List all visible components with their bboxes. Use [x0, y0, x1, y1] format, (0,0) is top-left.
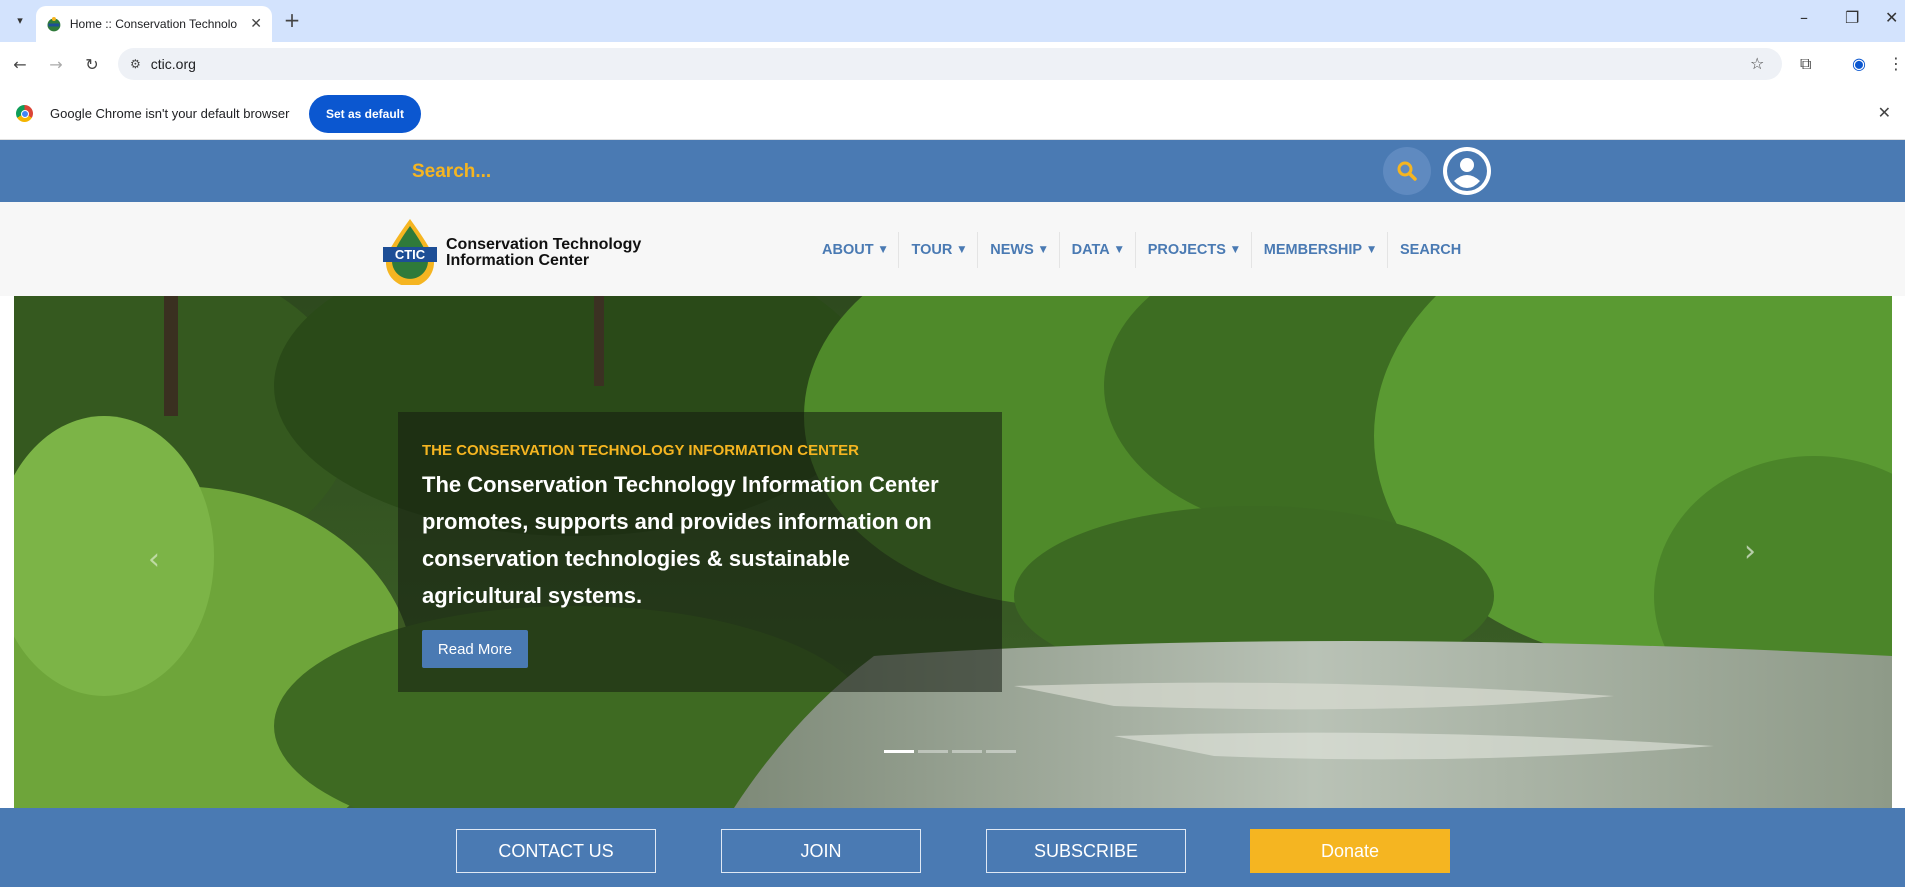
search-button[interactable]	[1383, 147, 1431, 195]
join-button[interactable]: JOIN	[721, 829, 921, 873]
site-info-icon[interactable]: ⚙	[130, 57, 141, 71]
address-bar[interactable]: ⚙ ctic.org	[118, 48, 1782, 80]
nav-search[interactable]: SEARCH	[1388, 232, 1473, 268]
ctic-logo[interactable]: CTIC	[380, 217, 440, 285]
browser-tab[interactable]: Home :: Conservation Technolo ✕	[36, 6, 272, 42]
set-as-default-button[interactable]: Set as default	[309, 95, 421, 133]
nav-news[interactable]: NEWS ▼	[978, 232, 1060, 268]
hero-slider: THE CONSERVATION TECHNOLOGY INFORMATION …	[14, 296, 1892, 808]
main-navigation: ABOUT ▼ TOUR ▼ NEWS ▼ DATA ▼ PROJECTS ▼ MEMBE…	[810, 232, 1473, 268]
nav-tour-label: TOUR	[911, 242, 953, 258]
nav-data-label: DATA	[1071, 242, 1110, 258]
profile-icon[interactable]: ◉	[1852, 54, 1866, 73]
url-text: ctic.org	[150, 56, 196, 72]
slider-next-arrow-icon[interactable]: ›	[1744, 534, 1756, 569]
bookmark-star-icon[interactable]: ☆	[1750, 54, 1764, 73]
site-brand-name[interactable]: Conservation Technology Information Cent…	[446, 237, 641, 269]
site-header: CTIC Conservation Technology Information…	[0, 202, 1905, 296]
caret-down-icon: ▼	[1115, 245, 1123, 255]
slider-indicators	[884, 750, 1016, 753]
nav-about[interactable]: ABOUT ▼	[810, 232, 900, 268]
infobar-close-icon[interactable]: ✕	[1878, 103, 1891, 122]
user-avatar-icon	[1447, 151, 1487, 191]
nav-news-label: NEWS	[990, 242, 1034, 258]
nav-projects[interactable]: PROJECTS ▼	[1136, 232, 1252, 268]
donate-button[interactable]: Donate	[1250, 829, 1450, 873]
nav-projects-label: PROJECTS	[1147, 242, 1226, 258]
restore-icon[interactable]: ❐	[1845, 8, 1859, 27]
window-close-icon[interactable]: ✕	[1885, 8, 1898, 27]
hero-eyebrow: THE CONSERVATION TECHNOLOGY INFORMATION …	[422, 442, 859, 459]
infobar-message: Google Chrome isn't your default browser	[50, 106, 290, 121]
footer-action-bar: CONTACT US JOIN SUBSCRIBE Donate	[0, 808, 1905, 887]
nav-membership-label: MEMBERSHIP	[1263, 242, 1363, 258]
caret-down-icon: ▼	[1231, 245, 1239, 255]
new-tab-icon[interactable]: +	[280, 8, 304, 32]
caret-down-icon: ▼	[879, 245, 887, 255]
brand-line-1: Conservation Technology	[446, 236, 642, 253]
tab-search-chevron-icon[interactable]: ▾	[8, 8, 32, 32]
back-arrow-icon[interactable]: ←	[10, 54, 30, 74]
user-account-button[interactable]	[1443, 147, 1491, 195]
brand-line-2: Information Center	[446, 252, 590, 269]
nav-membership[interactable]: MEMBERSHIP ▼	[1252, 232, 1389, 268]
minimize-icon[interactable]: –	[1800, 8, 1808, 27]
ctic-favicon-icon	[47, 17, 61, 32]
nav-search-label: SEARCH	[1400, 242, 1462, 258]
chrome-logo-icon	[16, 105, 33, 122]
forward-arrow-icon[interactable]: →	[46, 54, 66, 74]
slide-indicator[interactable]	[952, 750, 982, 753]
hero-headline: The Conservation Technology Information …	[422, 472, 939, 608]
nav-about-label: ABOUT	[822, 242, 874, 258]
caret-down-icon: ▼	[1368, 245, 1376, 255]
tab-close-icon[interactable]: ✕	[250, 16, 262, 32]
site-search-input[interactable]	[412, 158, 1312, 186]
menu-kebab-icon[interactable]: ⋮	[1888, 54, 1904, 73]
site-search-bar	[0, 140, 1905, 202]
nav-data[interactable]: DATA ▼	[1060, 232, 1136, 268]
logo-text: CTIC	[395, 247, 426, 262]
subscribe-button[interactable]: SUBSCRIBE	[986, 829, 1186, 873]
tab-title: Home :: Conservation Technolo	[69, 17, 238, 31]
search-icon	[1397, 161, 1417, 181]
browser-tab-strip: ▾ Home :: Conservation Technolo ✕ + – ❐ …	[0, 0, 1905, 42]
caret-down-icon: ▼	[1039, 245, 1047, 255]
slider-prev-arrow-icon[interactable]: ‹	[148, 542, 160, 577]
slide-indicator[interactable]	[884, 750, 914, 753]
reload-icon[interactable]: ↻	[82, 54, 102, 74]
extensions-icon[interactable]: ⧉	[1800, 54, 1811, 74]
slide-indicator[interactable]	[986, 750, 1016, 753]
read-more-button[interactable]: Read More	[422, 630, 528, 668]
default-browser-infobar: Google Chrome isn't your default browser…	[0, 86, 1905, 140]
slide-indicator[interactable]	[918, 750, 948, 753]
nav-tour[interactable]: TOUR ▼	[899, 232, 979, 268]
contact-us-button[interactable]: CONTACT US	[456, 829, 656, 873]
caret-down-icon: ▼	[958, 245, 966, 255]
browser-toolbar: ← → ↻ ⚙ ctic.org ☆ ⧉ ◉ ⋮	[0, 42, 1905, 86]
